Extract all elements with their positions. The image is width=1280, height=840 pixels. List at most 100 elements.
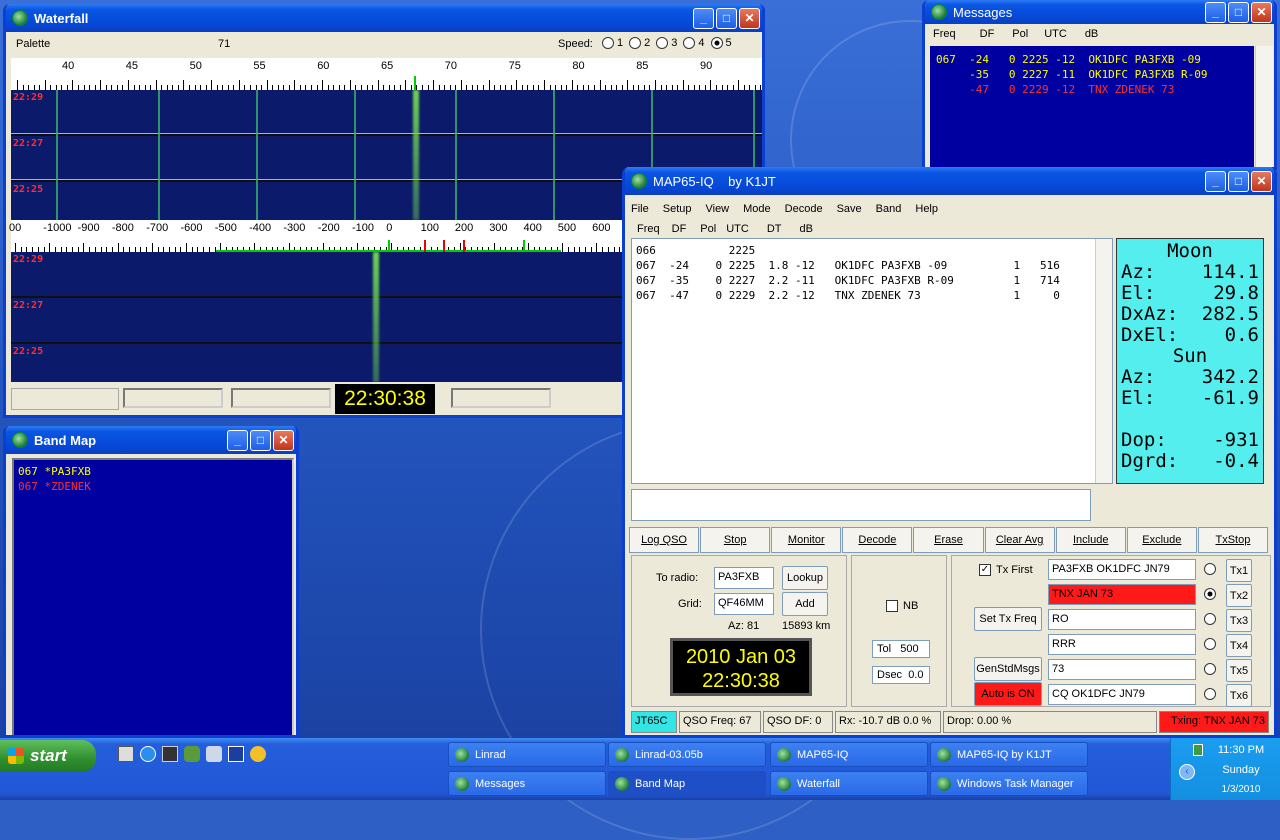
tx-message-field[interactable]: CQ OK1DFC JN79 [1048,684,1196,705]
ie-icon[interactable] [140,746,156,762]
speed-radio[interactable] [602,37,614,49]
start-button[interactable]: start [0,740,96,772]
button-decode[interactable]: Decode [842,527,913,553]
tx-message-field[interactable]: RO [1048,609,1196,630]
media-icon[interactable] [250,746,266,762]
decode-row[interactable]: 067 -47 0 2229 2.2 -12 TNX ZDENEK 73 1 0 [636,288,1108,303]
gen-std-msgs-button[interactable]: GenStdMsgs [974,657,1042,681]
decodes-scrollbar[interactable] [1095,239,1112,483]
maximize-icon[interactable]: □ [1228,170,1249,192]
decode-row[interactable]: 067 -35 0 2227 2.2 -11 OK1DFC PA3FXB R-0… [636,273,1108,288]
speed-radio[interactable] [710,37,723,49]
taskbar-item[interactable]: Linrad-03.05b [608,742,766,767]
tx-button[interactable]: Tx1 [1226,559,1252,582]
messages-list[interactable]: 067 -24 0 2225 -12 OK1DFC PA3FXB -09 -35… [930,46,1254,167]
button-txstop[interactable]: TxStop [1197,527,1268,553]
speed-option[interactable]: 2 [629,37,650,49]
minimize-icon[interactable]: _ [1205,1,1226,23]
close-icon[interactable]: ✕ [273,429,294,451]
maximize-icon[interactable]: □ [250,429,271,451]
tray-clock[interactable]: 11:30 PM [1211,744,1271,756]
decode-row[interactable]: 067 -24 0 2225 1.8 -12 OK1DFC PA3FXB -09… [636,258,1108,273]
maximize-icon[interactable]: □ [716,7,737,29]
dsec-field[interactable]: Dsec 0.0 [872,666,930,684]
map65-titlebar[interactable]: MAP65-IQ by K1JT _ □ ✕ [625,167,1274,195]
speed-option[interactable]: 5 [710,37,732,49]
menu-save[interactable]: Save [837,203,862,215]
button-log-qso[interactable]: Log QSO [629,527,700,553]
button-exclude[interactable]: Exclude [1126,527,1197,553]
menu-view[interactable]: View [705,203,729,215]
app-icon[interactable] [184,746,200,762]
taskbar-item[interactable]: MAP65-IQ by K1JT [930,742,1088,767]
bandmap-list[interactable]: 067 *PA3FXB 067 *ZDENEK [12,458,294,735]
waterfall-titlebar[interactable]: Waterfall _ □ ✕ [6,4,762,32]
decode-row[interactable]: 066 2225 [636,243,1108,258]
bandmap-row[interactable]: 067 *ZDENEK [18,479,288,494]
menu-file[interactable]: File [631,203,649,215]
set-tx-freq-button[interactable]: Set Tx Freq [974,607,1042,631]
terminal-icon[interactable] [162,746,178,762]
taskbar-item[interactable]: Linrad [448,742,606,767]
tuning-marker[interactable] [414,76,416,90]
tx-radio[interactable] [1204,613,1216,625]
app-icon[interactable] [206,746,222,762]
waterfall-zoomed[interactable]: 22:29 22:27 22:25 [11,252,628,382]
tx-button[interactable]: Tx3 [1226,609,1252,632]
network-icon[interactable] [1193,744,1203,756]
tx-radio[interactable] [1204,663,1216,675]
bandmap-row[interactable]: 067 *PA3FXB [18,464,288,479]
speed-radio[interactable] [656,37,669,49]
app-icon[interactable] [228,746,244,762]
message-row[interactable]: -35 0 2227 -11 OK1DFC PA3FXB R-09 [936,67,1248,82]
grid-input[interactable]: QF46MM [714,593,774,615]
message-row[interactable]: 067 -24 0 2225 -12 OK1DFC PA3FXB -09 [936,52,1248,67]
tx-button[interactable]: Tx6 [1226,684,1252,707]
message-row[interactable]: -47 0 2229 -12 TNX ZDENEK 73 [936,82,1248,97]
tx-button[interactable]: Tx4 [1226,634,1252,657]
df-ruler-bottom[interactable]: 00 -1000 -900 -800 -700 -600 -500 -400 -300 -200-… [9,220,638,252]
lookup-button[interactable]: Lookup [782,566,828,590]
messages-titlebar[interactable]: Messages _ □ ✕ [925,0,1274,24]
decodes-list[interactable]: 066 2225 067 -24 0 2225 1.8 -12 OK1DFC PA… [631,238,1113,484]
menu-help[interactable]: Help [915,203,938,215]
button-include[interactable]: Include [1055,527,1126,553]
taskbar-item[interactable]: Messages [448,771,606,796]
tx-message-field[interactable]: TNX JAN 73 [1048,584,1196,605]
slider-1[interactable] [123,388,223,408]
palette-value[interactable]: 71 [218,38,230,50]
tol-field[interactable]: Tol 500 [872,640,930,658]
taskbar-item[interactable]: Windows Task Manager [930,771,1088,796]
menu-mode[interactable]: Mode [743,203,771,215]
button-erase[interactable]: Erase [913,527,984,553]
nb-checkbox[interactable] [886,600,898,612]
tx-radio[interactable] [1204,688,1216,700]
button-clear-avg[interactable]: Clear Avg [984,527,1055,553]
frequency-ruler-top[interactable]: 40 45 50 55 60 65 70 75 80 85 90 [11,58,762,90]
tx-first-checkbox[interactable]: ✓ [979,564,991,576]
tx-radio[interactable] [1204,638,1216,650]
tx-message-field[interactable]: 73 [1048,659,1196,680]
taskbar-item[interactable]: Waterfall [770,771,928,796]
tx-message-field[interactable]: PA3FXB OK1DFC JN79 [1048,559,1196,580]
messages-scrollbar[interactable] [1255,46,1273,167]
minimize-icon[interactable]: _ [693,7,714,29]
menu-setup[interactable]: Setup [663,203,692,215]
tx-button[interactable]: Tx5 [1226,659,1252,682]
speed-option[interactable]: 3 [656,37,677,49]
taskbar-item[interactable]: Band Map [608,771,766,796]
minimize-icon[interactable]: _ [1205,170,1226,192]
tx-radio[interactable] [1204,588,1216,600]
close-icon[interactable]: ✕ [1251,170,1272,192]
speed-radio[interactable] [683,37,696,49]
tx-message-field[interactable]: RRR [1048,634,1196,655]
close-icon[interactable]: ✕ [1251,1,1272,23]
add-button[interactable]: Add [782,592,828,616]
desktop-icon[interactable] [118,746,134,762]
button-stop[interactable]: Stop [700,527,771,553]
speed-option[interactable]: 1 [602,37,623,49]
speed-radio[interactable] [629,37,642,49]
message-entry-field[interactable] [631,489,1091,521]
tx-radio[interactable] [1204,563,1216,575]
taskbar-item[interactable]: MAP65-IQ [770,742,928,767]
